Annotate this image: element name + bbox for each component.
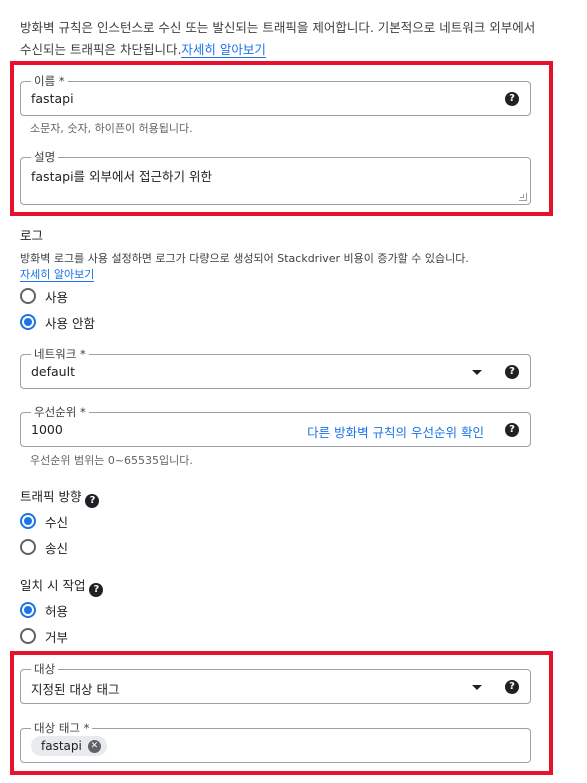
targets-field-value: 지정된 대상 태그 [31, 682, 120, 697]
traffic-direction-help-icon[interactable]: ? [85, 494, 100, 508]
learn-more-link[interactable]: 자세히 알아보기 [181, 42, 266, 58]
tag-chip[interactable]: fastapi ✕ [31, 736, 107, 756]
logs-option-on[interactable]: 사용 [20, 286, 68, 306]
traffic-option-egress[interactable]: 송신 [20, 537, 68, 557]
action-option-deny[interactable]: 거부 [20, 626, 68, 646]
intro-description: 방화벽 규칙은 인스턴스로 수신 또는 발신되는 트래픽을 제어합니다. 기본적… [20, 20, 536, 57]
logs-option-off[interactable]: 사용 안함 [20, 312, 95, 332]
logs-learn-more-link[interactable]: 자세히 알아보기 [20, 268, 95, 282]
target-tags-field[interactable]: 대상 태그 * fastapi ✕ [20, 720, 531, 763]
logs-description: 방화벽 로그를 사용 설정하면 로그가 다량으로 생성되어 Stackdrive… [20, 252, 469, 265]
logs-on-label: 사용 [45, 289, 69, 305]
name-help-icon[interactable]: ? [505, 92, 519, 106]
description-field-value: fastapi를 외부에서 접근하기 위한 [31, 169, 212, 184]
traffic-option-ingress[interactable]: 수신 [20, 511, 68, 531]
traffic-direction-label: 트래픽 방향 [20, 489, 82, 504]
traffic-direction-title: 트래픽 방향? [20, 486, 100, 508]
priority-field-value: 1000 [31, 422, 63, 437]
name-field-value: fastapi [31, 91, 74, 106]
action-on-match-label: 일치 시 작업 [20, 578, 86, 593]
description-field[interactable]: 설명 fastapi를 외부에서 접근하기 위한 [20, 149, 531, 205]
priority-field-label: 우선순위 * [31, 404, 89, 420]
targets-field-label: 대상 [31, 661, 59, 677]
close-icon[interactable]: ✕ [87, 739, 101, 753]
network-field-value: default [31, 364, 75, 379]
priority-hint: 우선순위 범위는 0~65535입니다. [30, 454, 193, 467]
name-field-label: 이름 * [31, 73, 68, 89]
ingress-label: 수신 [45, 514, 69, 530]
network-help-icon[interactable]: ? [505, 365, 519, 379]
logs-off-label: 사용 안함 [45, 315, 95, 331]
description-field-label: 설명 [31, 149, 59, 165]
chevron-down-icon[interactable] [472, 370, 482, 375]
intro-text: 방화벽 규칙은 인스턴스로 수신 또는 발신되는 트래픽을 제어합니다. 기본적… [20, 17, 540, 61]
egress-radio[interactable] [20, 539, 36, 555]
action-on-match-title: 일치 시 작업? [20, 575, 104, 597]
targets-select[interactable]: 대상 지정된 대상 태그 ? [20, 661, 531, 704]
chevron-down-icon[interactable] [472, 685, 482, 690]
logs-off-radio[interactable] [20, 314, 36, 330]
ingress-radio[interactable] [20, 513, 36, 529]
egress-label: 송신 [45, 540, 69, 556]
action-option-allow[interactable]: 허용 [20, 600, 68, 620]
target-tags-field-label: 대상 태그 * [31, 720, 93, 736]
name-field[interactable]: 이름 * fastapi ? [20, 73, 531, 116]
priority-field[interactable]: 우선순위 * 1000 다른 방화벽 규칙의 우선순위 확인 ? [20, 404, 531, 447]
priority-help-icon[interactable]: ? [505, 423, 519, 437]
logs-description-block: 방화벽 로그를 사용 설정하면 로그가 다량으로 생성되어 Stackdrive… [20, 251, 540, 283]
priority-check-link[interactable]: 다른 방화벽 규칙의 우선순위 확인 [307, 422, 484, 441]
targets-help-icon[interactable]: ? [505, 680, 519, 694]
network-select[interactable]: 네트워크 * default ? [20, 346, 531, 389]
deny-label: 거부 [45, 629, 69, 645]
action-help-icon[interactable]: ? [89, 583, 104, 597]
allow-radio[interactable] [20, 602, 36, 618]
logs-on-radio[interactable] [20, 288, 36, 304]
tag-chip-label: fastapi [41, 739, 82, 753]
resize-handle[interactable] [519, 193, 527, 201]
logs-title: 로그 [20, 228, 44, 243]
deny-radio[interactable] [20, 628, 36, 644]
name-hint: 소문자, 숫자, 하이픈이 허용됩니다. [30, 122, 193, 135]
allow-label: 허용 [45, 603, 69, 619]
network-field-label: 네트워크 * [31, 346, 89, 362]
